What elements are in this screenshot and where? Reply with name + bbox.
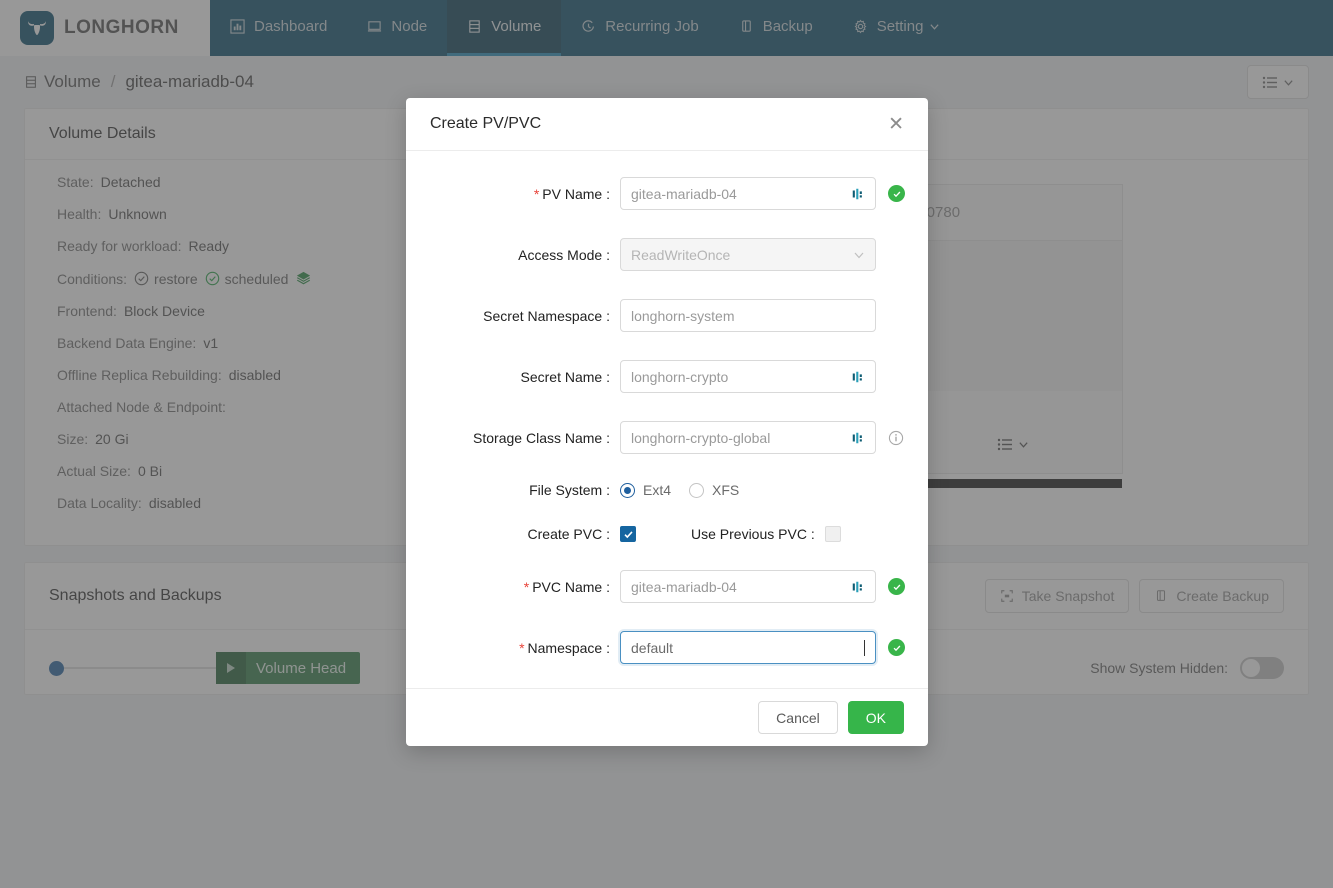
create-pv-pvc-dialog: Create PV/PVC ✕ * PV Name : gitea-mariadb…: [406, 98, 928, 746]
file-system-option-ext4[interactable]: Ext4: [620, 482, 671, 498]
secret-namespace-input[interactable]: longhorn-system: [620, 299, 876, 332]
radio-ext4[interactable]: [620, 482, 635, 498]
secret-namespace-label: Secret Namespace :: [483, 307, 610, 324]
close-icon[interactable]: ✕: [888, 115, 904, 134]
bar-chart-icon[interactable]: [851, 431, 865, 445]
field-row-pv-name: * PV Name : gitea-mariadb-04: [430, 177, 905, 210]
field-row-pvc-checkboxes: Create PVC : Use Previous PVC :: [430, 526, 904, 542]
namespace-valid-icon: [888, 639, 905, 656]
pv-name-label: * PV Name :: [533, 185, 610, 202]
field-row-secret-namespace: Secret Namespace : longhorn-system: [430, 299, 904, 332]
check-icon: [623, 530, 633, 538]
storage-class-name-value: longhorn-crypto-global: [631, 429, 771, 446]
pvc-name-label: * PVC Name :: [523, 578, 610, 595]
field-row-secret-name: Secret Name : longhorn-crypto: [430, 360, 904, 393]
create-pvc-label: Create PVC :: [527, 526, 610, 542]
field-row-pvc-name: * PVC Name : gitea-mariadb-04: [430, 570, 905, 603]
field-row-file-system: File System : Ext4 XFS: [430, 482, 904, 498]
file-system-option-xfs[interactable]: XFS: [689, 482, 739, 498]
field-row-access-mode: Access Mode : ReadWriteOnce: [430, 238, 904, 271]
pv-name-value: gitea-mariadb-04: [631, 185, 737, 202]
secret-name-input[interactable]: longhorn-crypto: [620, 360, 876, 393]
bar-chart-icon[interactable]: [851, 187, 865, 201]
use-previous-pvc-label: Use Previous PVC :: [691, 526, 815, 542]
bar-chart-icon[interactable]: [851, 370, 865, 384]
secret-name-value: longhorn-crypto: [631, 368, 729, 385]
namespace-value: default: [631, 639, 674, 656]
chevron-down-icon: [854, 252, 864, 258]
namespace-input[interactable]: default: [620, 631, 876, 664]
required-asterisk: *: [533, 185, 540, 202]
dialog-title: Create PV/PVC: [430, 115, 542, 132]
field-row-namespace: * Namespace : default: [430, 631, 905, 664]
info-icon[interactable]: [888, 430, 904, 446]
required-asterisk: *: [519, 639, 525, 656]
pvc-name-valid-icon: [888, 578, 905, 595]
file-system-label: File System :: [529, 482, 610, 498]
file-system-option-label: XFS: [712, 482, 740, 498]
cancel-button[interactable]: Cancel: [758, 701, 838, 734]
storage-class-name-label: Storage Class Name :: [473, 429, 610, 446]
namespace-label: * Namespace :: [519, 639, 610, 656]
create-pvc-checkbox[interactable]: [620, 526, 636, 542]
required-asterisk: *: [523, 578, 530, 595]
secret-namespace-value: longhorn-system: [631, 307, 735, 324]
ok-button[interactable]: OK: [847, 701, 904, 734]
pv-name-valid-icon: [888, 185, 905, 202]
file-system-option-label: Ext4: [643, 482, 672, 498]
secret-name-label: Secret Name :: [520, 368, 610, 385]
storage-class-name-input[interactable]: longhorn-crypto-global: [620, 421, 876, 454]
radio-xfs[interactable]: [689, 482, 705, 498]
access-mode-label: Access Mode :: [518, 246, 610, 263]
pvc-name-value: gitea-mariadb-04: [631, 578, 737, 595]
access-mode-select[interactable]: ReadWriteOnce: [620, 238, 876, 271]
pv-name-input[interactable]: gitea-mariadb-04: [620, 177, 876, 210]
field-row-storage-class-name: Storage Class Name : longhorn-crypto-glo…: [430, 421, 904, 454]
bar-chart-icon[interactable]: [851, 580, 865, 594]
pvc-name-input[interactable]: gitea-mariadb-04: [620, 570, 876, 603]
access-mode-value: ReadWriteOnce: [631, 246, 731, 263]
use-previous-pvc-checkbox[interactable]: [824, 526, 841, 542]
text-cursor: [864, 639, 865, 656]
